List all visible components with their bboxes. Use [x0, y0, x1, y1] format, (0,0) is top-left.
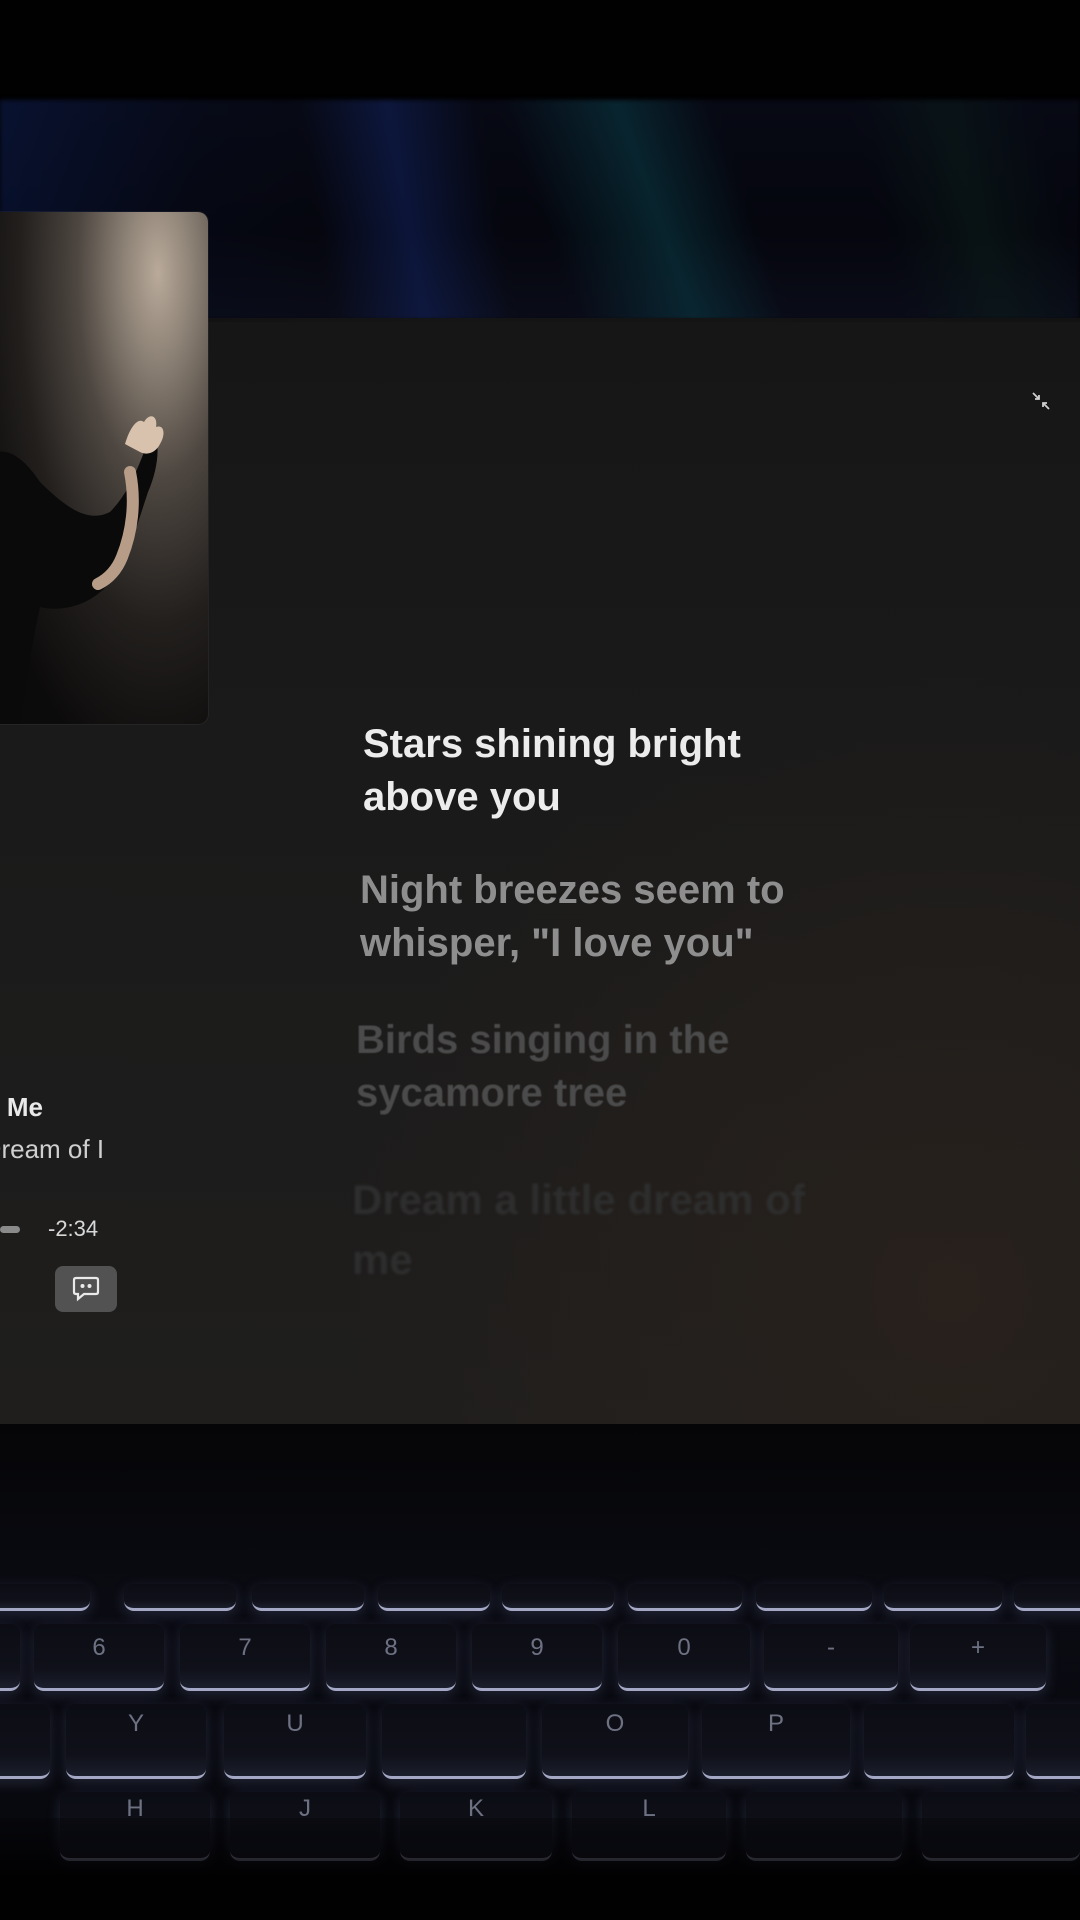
number-key-row: 6 7 8 9 0 - + [0, 1624, 1080, 1704]
time-remaining: -2:34 [48, 1216, 99, 1241]
key-y: Y [66, 1704, 206, 1779]
lyric-line-current[interactable]: Stars shining bright above you [363, 718, 823, 824]
key-minus: - [764, 1624, 898, 1691]
key [0, 1624, 20, 1691]
collapse-arrows-icon[interactable] [1030, 390, 1052, 412]
progress-bar[interactable] [0, 1226, 20, 1233]
lyric-line-upcoming[interactable]: Birds singing in the sycamore tree [356, 1014, 856, 1120]
letter-key-row-1: Y U O P [0, 1704, 1080, 1784]
key-p: P [702, 1704, 850, 1779]
track-artist[interactable]: tle Dream of I [0, 1134, 158, 1165]
key [378, 1584, 490, 1611]
key-6: 6 [34, 1624, 164, 1691]
key-8: 8 [326, 1624, 456, 1691]
lyric-line-later[interactable]: Dream a little dream of me [352, 1170, 872, 1290]
key [0, 1704, 50, 1779]
quote-bubble-icon [72, 1276, 100, 1302]
key [1026, 1704, 1080, 1779]
key-i [382, 1704, 526, 1779]
key [252, 1584, 364, 1611]
key-u: U [224, 1704, 366, 1779]
lyric-line-next[interactable]: Night breezes seem to whisper, "I love y… [360, 864, 860, 970]
photo-scene: n of Me tle Dream of I -2:34 Stars shini… [0, 0, 1080, 1920]
key [0, 1584, 90, 1611]
key [864, 1704, 1014, 1779]
key [502, 1584, 614, 1611]
album-artwork [0, 212, 208, 724]
track-title: n of Me [0, 1092, 43, 1122]
key-plus: + [910, 1624, 1046, 1691]
key [756, 1584, 872, 1611]
bottom-shadow [0, 1818, 1080, 1920]
key [884, 1584, 1002, 1611]
key [1014, 1584, 1080, 1611]
key-o: O [542, 1704, 688, 1779]
key [124, 1584, 236, 1611]
key-0: 0 [618, 1624, 750, 1691]
dark-wall [0, 0, 1080, 100]
key [628, 1584, 742, 1611]
key-9: 9 [472, 1624, 602, 1691]
key-7: 7 [180, 1624, 310, 1691]
lyrics-button[interactable] [55, 1266, 117, 1312]
